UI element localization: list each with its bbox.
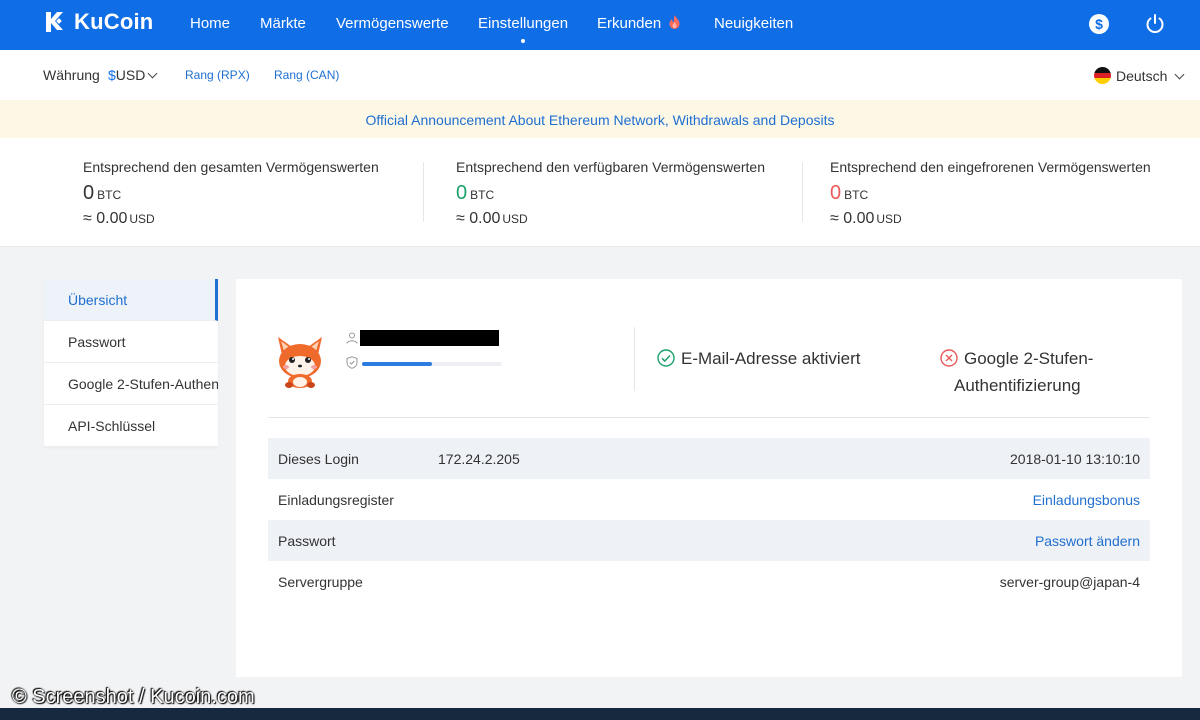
currency-bar: Währung $USD Rang (RPX) Rang (CAN) Deuts… [0,50,1200,100]
rank-rpx-link[interactable]: Rang (RPX) [185,68,250,82]
language-label: Deutsch [1116,67,1168,84]
summary-title: Entsprechend den gesamten Vermögenswerte… [83,159,379,175]
chevron-down-icon [1174,69,1185,79]
username-redacted [360,330,499,346]
google-2fa-status[interactable]: Google 2-Stufen- Authentifizierung [940,345,1093,399]
usd-value: ≈ 0.00 [83,210,128,227]
svg-text:$: $ [1095,16,1103,32]
language-select[interactable]: Deutsch [1094,67,1185,84]
table-row: Dieses Login 172.24.2.205 2018-01-10 13:… [268,438,1150,479]
btc-value: 0 [83,182,95,204]
power-icon[interactable] [1144,13,1166,35]
btc-amount: 0 BTC [456,182,765,206]
nav-markets[interactable]: Märkte [260,15,306,32]
nav-home[interactable]: Home [190,15,230,32]
row-key: Passwort [278,533,336,549]
email-status-label: E-Mail-Adresse aktiviert [681,349,861,368]
currency-select[interactable]: $USD [108,67,158,83]
row-key: Einladungsregister [278,492,394,508]
user-icon [346,332,358,344]
google-2fa-line2: Authentifizierung [954,376,1081,395]
server-group-value: server-group@japan-4 [999,574,1140,590]
nav-settings-label: Einstellungen [478,15,569,32]
flame-icon [669,15,680,29]
usd-value: ≈ 0.00 [830,210,875,227]
announcement-link[interactable]: Official Announcement About Ethereum Net… [366,112,835,128]
page-footer [0,708,1200,720]
login-ip: 172.24.2.205 [438,451,520,467]
sidemenu-item-overview[interactable]: Übersicht [44,279,218,321]
summary-title: Entsprechend den verfügbaren Vermögenswe… [456,159,765,175]
btc-unit: BTC [97,188,122,202]
change-password-link[interactable]: Passwort ändern [1035,533,1140,549]
nav-settings[interactable]: Einstellungen [478,15,569,43]
btc-value: 0 [456,182,468,204]
total-assets: Entsprechend den gesamten Vermögenswerte… [83,159,379,228]
email-status: E-Mail-Adresse aktiviert [657,345,861,372]
brand-name: KuCoin [74,9,154,34]
avatar[interactable] [272,331,328,389]
kucoin-logo[interactable]: KuCoin [42,9,153,35]
divider [634,327,635,391]
available-assets: Entsprechend den verfügbaren Vermögenswe… [456,159,765,228]
overview-panel: E-Mail-Adresse aktiviert Google 2-Stufen… [236,279,1182,677]
currency-value: USD [115,67,146,83]
btc-unit: BTC [470,188,495,202]
sidemenu-item-password[interactable]: Passwort [44,321,218,363]
nav-explore[interactable]: Erkunden [597,15,680,32]
btc-value: 0 [830,182,842,204]
usd-unit: USD [502,212,528,226]
nav-assets[interactable]: Vermögenswerte [336,15,449,32]
btc-amount: 0 BTC [83,182,379,206]
table-row: Einladungsregister Einladungsbonus [268,479,1150,520]
summary-title: Entsprechend den eingefrorenen Vermögens… [830,159,1151,175]
dollar-circle-icon[interactable]: $ [1088,13,1110,35]
currency-symbol: $ [108,67,116,83]
google-2fa-line1: Google 2-Stufen- [964,349,1094,368]
usd-value: ≈ 0.00 [456,210,501,227]
table-row: Passwort Passwort ändern [268,520,1150,561]
cross-circle-icon [940,349,958,367]
top-navigation: KuCoin Home Märkte Vermögenswerte Einste… [0,0,1200,50]
frozen-assets: Entsprechend den eingefrorenen Vermögens… [830,159,1151,228]
btc-amount: 0 BTC [830,182,1151,206]
usd-amount: ≈ 0.00 USD [456,210,765,228]
table-row: Servergruppe server-group@japan-4 [268,561,1150,602]
kucoin-logo-icon [46,12,63,32]
german-flag-icon [1094,67,1111,84]
announcement-banner: Official Announcement About Ethereum Net… [0,100,1200,138]
row-key: Servergruppe [278,574,363,590]
settings-sidemenu: Übersicht Passwort Google 2-Stufen-Authe… [44,279,218,447]
asset-summary: Entsprechend den gesamten Vermögenswerte… [0,138,1200,247]
usd-amount: ≈ 0.00 USD [83,210,379,228]
divider [423,162,424,222]
usd-amount: ≈ 0.00 USD [830,210,1151,228]
btc-unit: BTC [844,188,869,202]
active-indicator-dot [521,39,526,43]
screenshot-watermark: © Screenshot / Kucoin.com [12,686,255,708]
rank-can-link[interactable]: Rang (CAN) [274,68,339,82]
security-level-fill [362,362,432,366]
chevron-down-icon [147,68,158,79]
usd-unit: USD [876,212,902,226]
nav-explore-label: Erkunden [597,15,662,32]
security-level-bar [362,362,502,366]
sidemenu-item-google-2fa[interactable]: Google 2-Stufen-Authentifizierung [44,363,218,405]
divider [268,417,1150,418]
divider [802,162,803,222]
currency-label: Währung [43,67,100,83]
shield-icon [346,356,358,369]
invitation-bonus-link[interactable]: Einladungsbonus [1033,492,1140,508]
nav-news[interactable]: Neuigkeiten [714,15,793,32]
check-circle-icon [657,349,675,367]
usd-unit: USD [129,212,155,226]
sidemenu-item-api-keys[interactable]: API-Schlüssel [44,405,218,447]
row-key: Dieses Login [278,451,359,467]
login-time: 2018-01-10 13:10:10 [1010,451,1140,467]
